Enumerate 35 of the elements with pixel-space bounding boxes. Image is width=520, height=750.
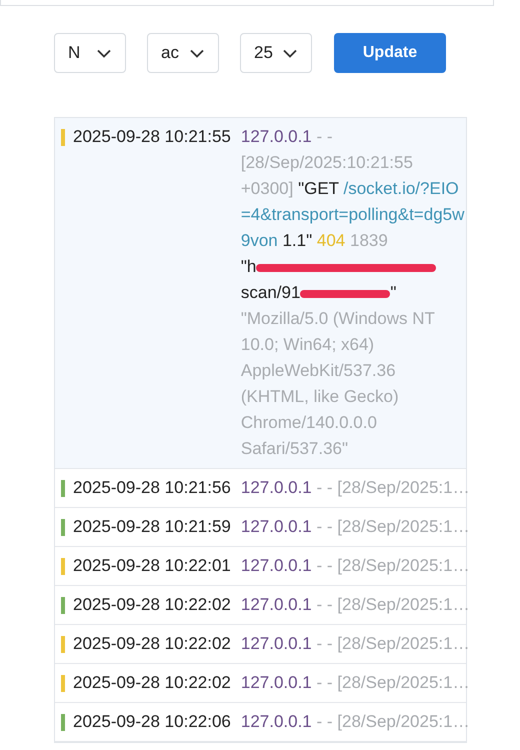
- referer-text: scan/91: [240, 283, 300, 302]
- log-message: 127.0.0.1 - - [28/Sep/2025:1…: [240, 477, 466, 499]
- log-time: 2025-09-28 10:21:55: [73, 126, 231, 148]
- filter-select[interactable]: ac: [147, 33, 219, 73]
- log-time: 2025-09-28 10:22:02: [73, 633, 231, 655]
- referer-text: "h: [240, 257, 256, 276]
- filter-select[interactable]: N: [54, 33, 126, 73]
- log-row[interactable]: [55, 118, 466, 469]
- log-time: 2025-09-28 10:22:02: [73, 672, 231, 694]
- log-row[interactable]: 2025-09-28 10:22:01 127.0.0.1 - - [28/Sep/2025:1…: [55, 547, 466, 586]
- log-row[interactable]: 2025-09-28 10:22:02 127.0.0.1 - - [28/Sep/2025:1…: [55, 625, 466, 664]
- log-message: 127.0.0.1 - - [28/Sep/2025:1…: [240, 711, 466, 733]
- log-time: 2025-09-28 10:21:59: [73, 516, 231, 538]
- log-time: 2025-09-28 10:22:06: [73, 711, 231, 733]
- log-row[interactable]: 2025-09-28 10:21:59 127.0.0.1 - - [28/Sep/2025:1…: [55, 508, 466, 547]
- log-message: 127.0.0.1 - - [28/Sep/2025:10:21:55 +0300] "GET /socket.io/?EIO=4&transport=polling&t=dg5w9von 1.1" 404 1839: [240, 126, 466, 252]
- log-message: 127.0.0.1 - - [28/Sep/2025:1…: [240, 672, 466, 694]
- log-time: 2025-09-28 10:22:01: [73, 555, 231, 577]
- filter-select[interactable]: 25: [240, 33, 312, 73]
- log-time: 2025-09-28 10:21:56: [73, 477, 231, 499]
- user-agent-text: "Mozilla/5.0 (Windows NT 10.0; Win64; x64) AppleWebKit/537.36 (KHTML, like Gecko) Chrome/140.0.0.0 Safari/537.36": [240, 308, 436, 460]
- chevron-down-icon: [190, 48, 204, 58]
- log-message: 127.0.0.1 - - [28/Sep/2025:1…: [240, 594, 466, 616]
- log-row[interactable]: 2025-09-28 10:22:02 127.0.0.1 - - [28/Sep/2025:1…: [55, 664, 466, 703]
- chevron-down-icon: [283, 48, 297, 58]
- log-message: 127.0.0.1 - - [28/Sep/2025:1…: [240, 633, 466, 655]
- update-button[interactable]: Update: [334, 33, 446, 73]
- log-time: 2025-09-28 10:22:02: [73, 594, 231, 616]
- log-message: 127.0.0.1 - - [28/Sep/2025:1…: [240, 555, 466, 577]
- log-row[interactable]: 2025-09-28 10:21:56 127.0.0.1 - - [28/Sep/2025:1…: [55, 469, 466, 508]
- log-message: 127.0.0.1 - - [28/Sep/2025:1…: [240, 516, 466, 538]
- log-row[interactable]: 2025-09-28 10:22:06 127.0.0.1 - - [28/Sep/2025:1…: [55, 703, 466, 742]
- log-row[interactable]: 2025-09-28 10:22:02 127.0.0.1 - - [28/Sep/2025:1…: [55, 586, 466, 625]
- referer-text: ": [390, 283, 396, 302]
- chevron-down-icon: [97, 48, 111, 58]
